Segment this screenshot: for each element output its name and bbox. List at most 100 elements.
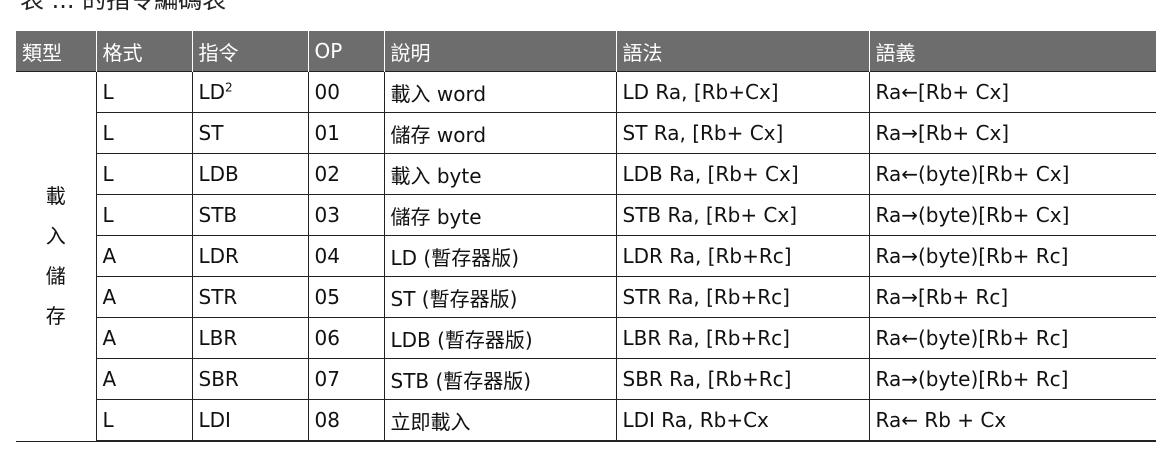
op-text: 00 — [314, 80, 340, 104]
format-text: L — [102, 162, 114, 186]
semantics-cell: Ra→(byte)[Rb+ Rc] — [868, 235, 1156, 277]
op-cell: 01 — [307, 112, 385, 154]
instruction-cell: LDR — [191, 235, 309, 277]
syntax-cell: ST Ra, [Rb+ Cx] — [615, 112, 870, 154]
header-format: 格式 — [95, 31, 192, 72]
table-row: L LDI 08 立即載入 LDI Ra, Rb+Cx Ra← Rb + Cx — [16, 399, 1156, 442]
semantics-text: Ra→(byte)[Rb+ Rc] — [875, 244, 1069, 268]
syntax-text: LDR Ra, [Rb+Rc] — [622, 244, 792, 268]
description-text: LD (暫存器版) — [390, 245, 520, 270]
semantics-text: Ra→(byte)[Rb+ Cx] — [875, 203, 1070, 227]
instruction-text: LD — [198, 80, 226, 104]
semantics-text: Ra← Rb + Cx — [875, 408, 1007, 432]
table-row: 載入儲存 L LD2 00 載入 word LD Ra, [Rb+Cx] Ra←[Rb+ C… — [16, 71, 1156, 442]
syntax-text: LDI Ra, Rb+Cx — [622, 408, 769, 432]
semantics-text: Ra→[Rb+ Rc] — [875, 285, 1009, 309]
description-cell: 載入 byte — [383, 153, 617, 195]
op-cell: 03 — [307, 194, 385, 236]
syntax-text: STR Ra, [Rb+Rc] — [622, 285, 790, 309]
syntax-cell: LD Ra, [Rb+Cx] — [615, 71, 870, 113]
syntax-cell: LBR Ra, [Rb+Rc] — [615, 317, 870, 359]
syntax-text: STB Ra, [Rb+ Cx] — [622, 203, 798, 227]
table-row: A STR 05 ST (暫存器版) STR Ra, [Rb+Rc] Ra→[Rb+ Rc… — [16, 276, 1156, 318]
format-cell: L — [95, 153, 193, 195]
format-cell: L — [95, 112, 193, 154]
format-text: L — [102, 121, 114, 145]
table-row: L STB 03 儲存 byte STB Ra, [Rb+ Cx] Ra→(byte)[R… — [16, 194, 1156, 236]
header-op: OP — [307, 31, 384, 72]
instruction-cell: SBR — [191, 358, 309, 400]
description-cell: 立即載入 — [383, 399, 617, 442]
instruction-text: LDI — [198, 408, 231, 432]
format-text: A — [102, 326, 117, 350]
description-text: LDB (暫存器版) — [390, 327, 533, 352]
description-text: 立即載入 — [390, 409, 471, 434]
instruction-text: LDR — [198, 244, 239, 268]
instruction-cell: STR — [191, 276, 309, 318]
format-text: A — [102, 367, 117, 391]
syntax-cell: LDI Ra, Rb+Cx — [615, 399, 870, 442]
instruction-cell: LDB — [191, 153, 309, 195]
table-row: L LDB 02 載入 byte LDB Ra, [Rb+ Cx] Ra←(byte)[R… — [16, 153, 1156, 195]
semantics-cell: Ra→[Rb+ Cx] — [868, 112, 1156, 154]
op-cell: 07 — [307, 358, 385, 400]
format-text: A — [102, 244, 117, 268]
description-cell: ST (暫存器版) — [383, 276, 617, 318]
instruction-cell: LBR — [191, 317, 309, 359]
format-cell: A — [95, 276, 193, 318]
semantics-text: Ra←(byte)[Rb+ Cx] — [875, 162, 1070, 186]
format-text: L — [102, 408, 114, 432]
description-cell: 儲存 word — [383, 112, 617, 154]
semantics-cell: Ra→(byte)[Rb+ Cx] — [868, 194, 1156, 236]
header-instruction: 指令 — [191, 31, 308, 72]
format-text: L — [102, 203, 114, 227]
syntax-text: ST Ra, [Rb+ Cx] — [622, 121, 784, 145]
op-text: 08 — [314, 408, 340, 432]
semantics-text: Ra←(byte)[Rb+ Rc] — [875, 326, 1069, 350]
table-row: A LBR 06 LDB (暫存器版) LBR Ra, [Rb+Rc] Ra←(byte)… — [16, 317, 1156, 359]
syntax-cell: STB Ra, [Rb+ Cx] — [615, 194, 870, 236]
category-label: 載入儲存 — [45, 184, 66, 329]
semantics-cell: Ra→(byte)[Rb+ Rc] — [868, 358, 1156, 400]
op-cell: 08 — [307, 399, 385, 442]
header-description: 說明 — [383, 31, 616, 72]
instruction-table: 類型 格式 指令 OP 說明 語法 語義 載入儲存 L LD2 00 載入 word LD Ra, [… — [16, 31, 1156, 442]
instruction-text: STR — [198, 285, 238, 309]
semantics-cell: Ra←(byte)[Rb+ Rc] — [868, 317, 1156, 359]
category-cell: 載入儲存 — [16, 71, 97, 442]
instruction-cell: ST — [191, 112, 309, 154]
syntax-cell: SBR Ra, [Rb+Rc] — [615, 358, 870, 400]
op-cell: 00 — [307, 71, 385, 113]
syntax-text: SBR Ra, [Rb+Rc] — [622, 367, 792, 391]
instruction-text: STB — [198, 203, 238, 227]
op-text: 05 — [314, 285, 340, 309]
syntax-cell: LDB Ra, [Rb+ Cx] — [615, 153, 870, 195]
semantics-cell: Ra→[Rb+ Rc] — [868, 276, 1156, 318]
syntax-text: LD Ra, [Rb+Cx] — [622, 80, 779, 104]
format-cell: A — [95, 358, 193, 400]
table-header-row: 類型 格式 指令 OP 說明 語法 語義 — [16, 31, 1156, 72]
syntax-text: LDB Ra, [Rb+ Cx] — [622, 162, 799, 186]
format-text: A — [102, 285, 117, 309]
description-text: 載入 byte — [390, 163, 482, 188]
op-text: 07 — [314, 367, 340, 391]
format-cell: A — [95, 317, 193, 359]
description-cell: LD (暫存器版) — [383, 235, 617, 277]
instruction-text: LBR — [198, 326, 238, 350]
description-cell: 載入 word — [383, 71, 617, 113]
semantics-cell: Ra← Rb + Cx — [868, 399, 1156, 442]
description-cell: 儲存 byte — [383, 194, 617, 236]
op-text: 04 — [314, 244, 340, 268]
op-text: 03 — [314, 203, 340, 227]
description-text: ST (暫存器版) — [390, 286, 518, 311]
syntax-text: LBR Ra, [Rb+Rc] — [622, 326, 790, 350]
table-row: L ST 01 儲存 word ST Ra, [Rb+ Cx] Ra→[Rb+ Cx] — [16, 112, 1156, 154]
table-body: 載入儲存 L LD2 00 載入 word LD Ra, [Rb+Cx] Ra←[Rb+ C… — [16, 71, 1156, 442]
table-caption: 表 ... 的指令編碼表 — [20, 0, 227, 14]
syntax-cell: STR Ra, [Rb+Rc] — [615, 276, 870, 318]
format-cell: L — [95, 399, 193, 442]
instruction-text: SBR — [198, 367, 239, 391]
header-type: 類型 — [16, 31, 96, 72]
description-text: 載入 word — [390, 81, 487, 106]
instruction-cell: STB — [191, 194, 309, 236]
